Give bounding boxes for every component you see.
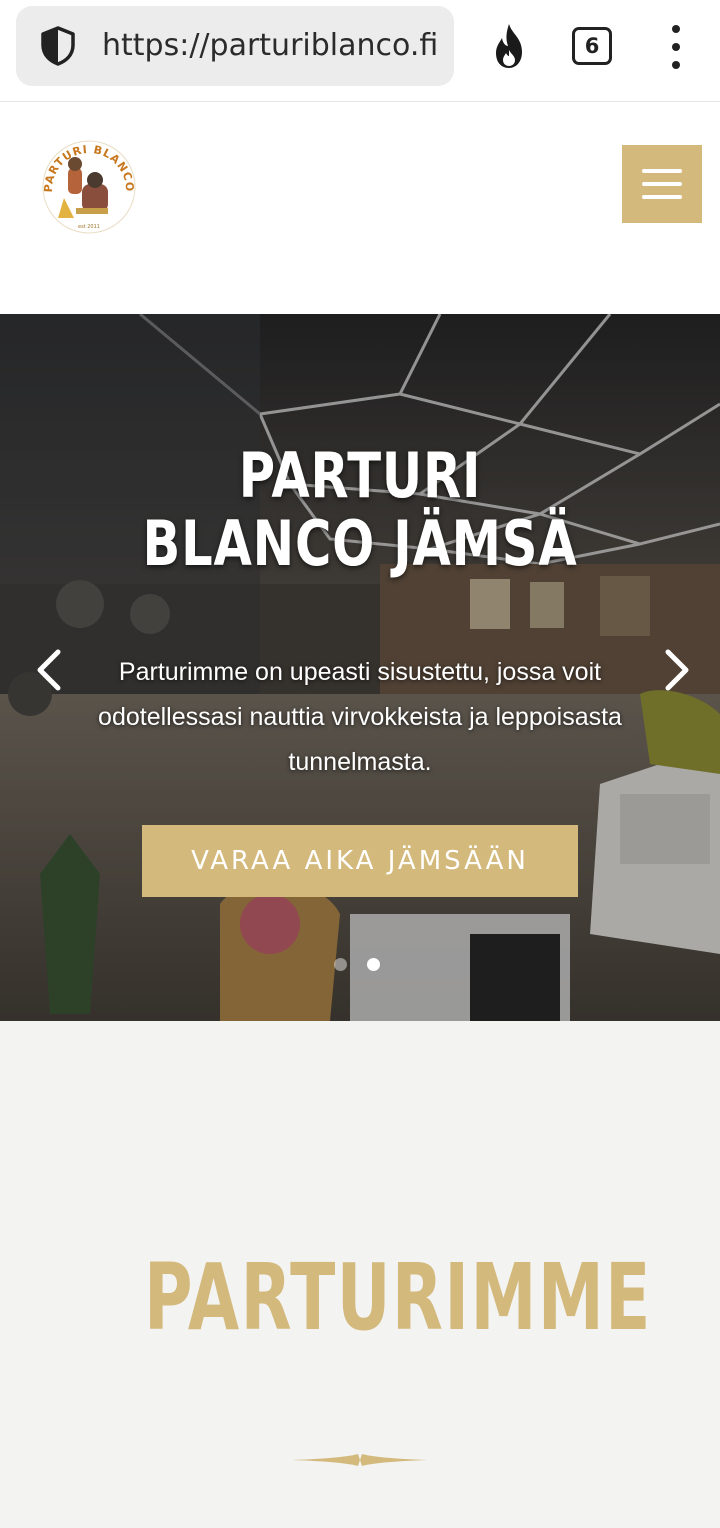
more-vert-icon[interactable]	[662, 25, 690, 69]
slider-pagination	[334, 958, 380, 971]
shield-icon[interactable]	[38, 25, 78, 67]
logo[interactable]: PARTURI BLANCO est 2011	[40, 138, 138, 236]
chevron-right-icon[interactable]	[662, 648, 692, 692]
hero-slider: PARTURI BLANCO JÄMSÄ Parturimme on upeas…	[0, 314, 720, 1021]
barbers-section: PARTURIMME	[0, 1021, 720, 1528]
tabs-button[interactable]: 6	[572, 27, 612, 65]
hero-title: PARTURI BLANCO JÄMSÄ	[142, 439, 578, 580]
section-title: PARTURIMME	[143, 1244, 652, 1351]
hamburger-icon	[642, 169, 682, 173]
fire-icon[interactable]	[488, 22, 530, 70]
slide-dot-2[interactable]	[367, 958, 380, 971]
browser-toolbar: https://parturiblanco.fi 6	[0, 0, 720, 102]
book-appointment-button[interactable]: VARAA AIKA JÄMSÄÄN	[142, 825, 578, 897]
menu-button[interactable]	[622, 145, 702, 223]
address-bar[interactable]: https://parturiblanco.fi	[16, 6, 454, 86]
chevron-left-icon[interactable]	[34, 648, 64, 692]
hero-description: Parturimme on upeasti sisustettu, jossa …	[98, 658, 622, 776]
logo-est: est 2011	[78, 224, 100, 230]
url-text[interactable]: https://parturiblanco.fi	[102, 28, 442, 64]
ornament-divider	[292, 1454, 428, 1466]
slide-dot-1[interactable]	[334, 958, 347, 971]
site-header: PARTURI BLANCO est 2011	[0, 102, 720, 314]
